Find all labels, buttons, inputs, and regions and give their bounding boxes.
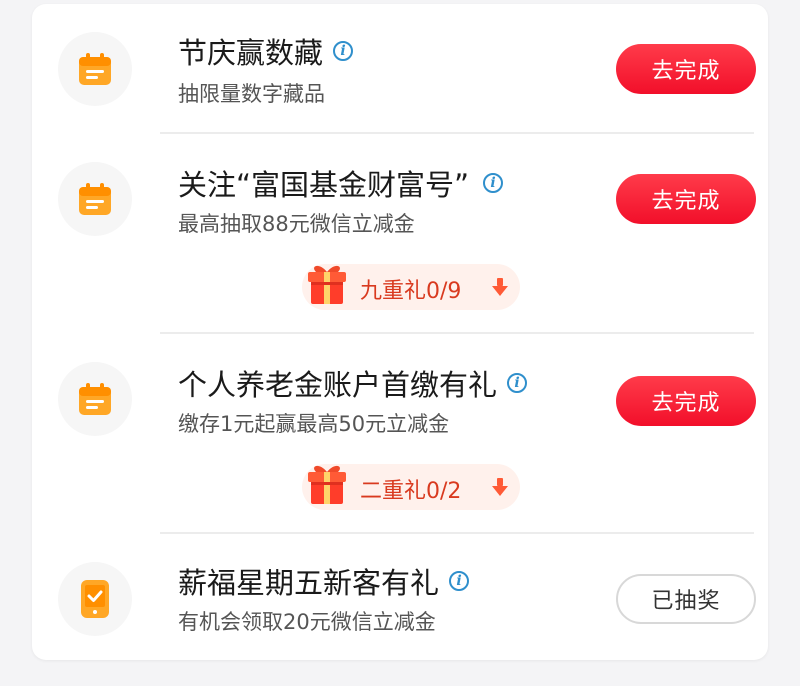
task-subtitle: 抽限量数字藏品: [178, 82, 325, 106]
task-subtitle: 有机会领取20元微信立减金: [178, 610, 436, 634]
task-title-text: 关注“富国基金财富号”: [178, 168, 470, 202]
info-icon[interactable]: i: [449, 571, 470, 591]
arrow-down-icon: [492, 278, 508, 296]
drawn-status-button[interactable]: 已抽奖: [616, 574, 756, 624]
info-icon[interactable]: i: [483, 173, 504, 193]
info-icon[interactable]: i: [507, 373, 528, 393]
task-title: 个人养老金账户首缴有礼 i: [178, 362, 528, 404]
task-title: 节庆赢数藏 i: [178, 30, 354, 72]
gift-progress-label: 九重礼0/9: [360, 279, 462, 304]
calendar-icon: [79, 53, 111, 85]
task-title: 薪福星期五新客有礼 i: [178, 560, 470, 602]
arrow-down-icon: [492, 478, 508, 496]
task-icon-circle: [58, 562, 132, 636]
go-complete-button[interactable]: 去完成: [616, 44, 756, 94]
task-item: 薪福星期五新客有礼 i 有机会领取20元微信立减金 已抽奖: [32, 534, 768, 660]
calendar-icon: [79, 183, 111, 215]
task-subtitle: 最高抽取88元微信立减金: [178, 212, 415, 236]
task-icon-circle: [58, 362, 132, 436]
task-list-card: 节庆赢数藏 i 抽限量数字藏品 去完成 关注“富国基金财富号” i 最高抽取88…: [32, 4, 768, 660]
gift-progress-pill[interactable]: 二重礼0/2: [302, 464, 520, 510]
calendar-icon: [79, 383, 111, 415]
task-subtitle: 缴存1元起赢最高50元立减金: [178, 412, 450, 436]
task-item: 个人养老金账户首缴有礼 i 缴存1元起赢最高50元立减金 去完成 二重礼0/2: [32, 334, 768, 534]
task-title-text: 节庆赢数藏: [178, 36, 324, 70]
task-item: 关注“富国基金财富号” i 最高抽取88元微信立减金 去完成 九重礼0/9: [32, 134, 768, 334]
task-icon-circle: [58, 162, 132, 236]
phone-check-icon: [81, 580, 109, 618]
task-title-text: 个人养老金账户首缴有礼: [178, 368, 498, 402]
task-item: 节庆赢数藏 i 抽限量数字藏品 去完成: [32, 4, 768, 134]
info-icon[interactable]: i: [333, 41, 354, 61]
task-title-text: 薪福星期五新客有礼: [178, 566, 440, 600]
gift-progress-label: 二重礼0/2: [360, 479, 462, 504]
go-complete-button[interactable]: 去完成: [616, 376, 756, 426]
task-title: 关注“富国基金财富号” i: [178, 162, 504, 204]
go-complete-button[interactable]: 去完成: [616, 174, 756, 224]
task-icon-circle: [58, 32, 132, 106]
gift-progress-pill[interactable]: 九重礼0/9: [302, 264, 520, 310]
gift-icon: [308, 465, 346, 504]
gift-icon: [308, 265, 346, 304]
